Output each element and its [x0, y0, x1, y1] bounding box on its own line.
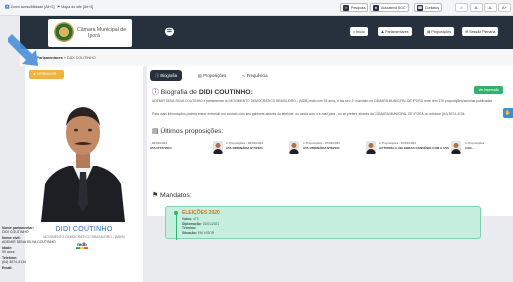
menu-toggle-icon[interactable]: ☰ — [165, 27, 174, 36]
font-decrease-button[interactable]: A- — [484, 3, 497, 12]
proposition-date: ● Proposições - 06/03/2024 — [226, 141, 263, 145]
nav-parlamentares[interactable]: ♟ Parlamentares — [378, 27, 412, 36]
search-icon: ⌕ — [343, 4, 349, 11]
proposition-date: - 06/03/2024 — [150, 141, 167, 145]
proposition-card[interactable]: - 06/03/2024 ATA N°1572024 — [150, 141, 223, 155]
document-icon: ▤ — [198, 73, 202, 78]
breadcrumb-current: DIDI COUTINHO — [66, 56, 96, 60]
phone-icon: ☎ — [417, 4, 423, 11]
flag-icon: ⚑ — [152, 192, 159, 199]
autoatend-button[interactable]: ● Autoatend SGC — [370, 3, 409, 12]
proposition-title: CAR... — [465, 146, 474, 150]
proposition-card[interactable]: ● Proposições - 07/03/2024 ATA ORDINÁRIA… — [303, 141, 376, 155]
details-card: ⓘ Biografia ▤ Proposições ∿ Frequência ⓘ… — [147, 66, 513, 216]
tab-proposicoes[interactable]: ▤ Proposições — [193, 70, 231, 81]
nav-inicio[interactable]: ⌂ Início — [350, 27, 368, 36]
party-logo-text: mdb — [77, 242, 87, 247]
search-button[interactable]: ⌕ Pesquisa — [340, 3, 369, 12]
contrast-button[interactable]: A- — [470, 3, 483, 12]
breadcrumb: ⌂ » Parlamentares » DIDI COUTINHO — [20, 49, 513, 66]
latest-propositions-title: ▤ Últimos proposições: — [152, 128, 224, 135]
mandate-end: Término: — [182, 226, 197, 230]
proposition-card[interactable]: ● Proposições - 07/03/2024 AUTORIZA A CE… — [379, 141, 461, 155]
profile-photo — [33, 88, 133, 222]
pointer-arrow-icon — [8, 34, 38, 66]
role-badge: ★ VEREADOR — [29, 70, 64, 79]
proposition-date: ● Proposições - 07/03/2024 — [303, 141, 340, 145]
nav-sessao-plenaria[interactable]: ⚒ Sessão Plenária — [462, 27, 499, 36]
proposition-title: AUTORIZA A CELEBRAR CONVÊNIO COM A ASSOC… — [379, 146, 449, 150]
mandate-diploma: Diplomação: 01/01/2021 — [182, 221, 220, 226]
biography-title: ⓘ Biografia de DIDI COUTINHO: — [152, 89, 253, 96]
mandate-card: ELEIÇÕES 2020 Votos: 473 Diplomação: 01/… — [165, 206, 481, 240]
author-avatar — [451, 141, 461, 154]
logo-text-line2: Iporá — [88, 33, 100, 39]
check-icon: ● — [465, 141, 467, 145]
mandate-votes: Votos: 473 — [182, 217, 199, 221]
tab-biografia[interactable]: ⓘ Biografia — [150, 70, 182, 81]
coat-of-arms-icon — [54, 22, 74, 42]
author-avatar — [289, 141, 299, 154]
party-logo-icon: mdb — [74, 241, 90, 250]
home-icon[interactable]: ⌂ — [455, 3, 468, 12]
accessibility-widget-icon[interactable]: ✋ — [503, 108, 513, 118]
top-utility-bar: ♿ Zoom acessibilidade [Alt+2] ⚑ Mapa do … — [0, 0, 513, 16]
user-icon: ● — [373, 4, 379, 11]
site-logo[interactable]: Câmara Municipal de Iporá — [48, 19, 132, 47]
info-icon: ⓘ — [155, 73, 160, 78]
mandate-election: ELEIÇÕES 2020 — [182, 210, 220, 216]
contacts-button[interactable]: ☎ Contatos — [414, 3, 443, 12]
mandates-title: ⚑ Mandatos: — [152, 192, 192, 199]
check-icon: ● — [303, 141, 305, 145]
timeline-line — [175, 215, 177, 240]
proposition-card[interactable]: ● Proposições CAR... — [465, 141, 511, 155]
author-avatar — [366, 141, 376, 154]
document-icon: ▤ — [152, 128, 159, 135]
info-nome-parlamentar: Nome parlamentar: DIDI COUTINHO — [2, 226, 34, 235]
logo-text-line1: Câmara Municipal de — [77, 27, 127, 33]
nav-proposicoes[interactable]: ▤ Proposições — [424, 27, 455, 36]
parliamentarian-name: DIDI COUTINHO — [55, 226, 113, 233]
check-icon: ● — [226, 141, 228, 145]
profile-card: ★ VEREADOR DIDI COUTINHO MOVIMENTO DEMOC… — [25, 66, 143, 282]
proposition-date: ● Proposições — [465, 141, 485, 145]
info-email: Email: — [2, 266, 13, 270]
biography-text-1: ADEMIR SENA SILVA COUTINHO é parlamentar… — [152, 99, 493, 103]
proposition-title: ATA N°1572024 — [150, 146, 172, 150]
proposition-title: ATA ORDINÁRIA Nº8/2024 — [303, 146, 340, 150]
biography-text-2: Para mais informações poderá entrar entr… — [152, 112, 466, 116]
accessibility-link[interactable]: ♿ Zoom acessibilidade [Alt+2] — [5, 5, 55, 9]
info-telefone: Telefone: (64) 3674-4134 — [2, 256, 26, 265]
check-icon: ● — [379, 141, 381, 145]
proposition-card[interactable]: ● Proposições - 06/03/2024 ATA ORDINÁRIA… — [226, 141, 299, 155]
site-header: Câmara Municipal de Iporá ☰ ⌂ Início ♟ P… — [20, 16, 513, 49]
info-idade: Idade: 59 anos — [2, 246, 15, 255]
proposition-date: ● Proposições - 07/03/2024 — [379, 141, 416, 145]
author-avatar — [213, 141, 223, 154]
proposition-title: ATA ORDINÁRIA Nº7/2024 — [226, 146, 263, 150]
sitemap-link[interactable]: ⚑ Mapa do site [Alt+3] — [57, 5, 93, 9]
tab-frequencia[interactable]: ∿ Frequência — [237, 70, 273, 81]
font-increase-button[interactable]: A+ — [498, 3, 511, 12]
print-button[interactable]: Ver Impressão — [474, 86, 503, 94]
info-nome-civil: Nome civil: ADEMIR SENA SILVA COUTINHO — [2, 236, 56, 245]
pulse-icon: ∿ — [242, 73, 246, 78]
mandate-status: Situação: EM VIGOR — [182, 230, 215, 235]
